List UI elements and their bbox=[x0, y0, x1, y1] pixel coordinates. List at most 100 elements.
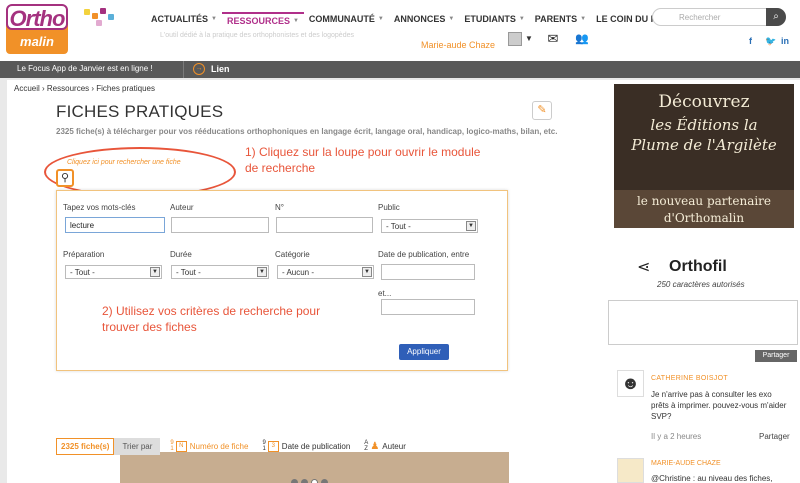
focus-link-label: Lien bbox=[211, 64, 230, 74]
person-icon: ♟ bbox=[370, 440, 380, 452]
chevron-down-icon[interactable]: ▼ bbox=[525, 34, 533, 43]
advert-banner[interactable]: Découvrez les Éditions la Plume de l'Arg… bbox=[614, 84, 794, 228]
search-toggle-icon[interactable]: ⚲ bbox=[56, 169, 74, 187]
date-to-input[interactable] bbox=[381, 299, 475, 315]
breadcrumb-item: Fiches pratiques bbox=[96, 84, 155, 93]
carousel-dot[interactable] bbox=[301, 479, 308, 483]
number-input[interactable] bbox=[276, 217, 373, 233]
breadcrumb-item[interactable]: Ressources bbox=[47, 84, 89, 93]
search-input[interactable]: Rechercher bbox=[679, 13, 720, 22]
keywords-input[interactable]: lecture bbox=[65, 217, 165, 233]
carousel-dots bbox=[291, 479, 331, 483]
ad-line: le nouveau partenaire bbox=[636, 194, 772, 208]
mail-icon[interactable]: ✉ bbox=[545, 32, 561, 46]
breadcrumb-item[interactable]: Accueil bbox=[14, 84, 40, 93]
chevron-down-icon: ▼ bbox=[292, 18, 299, 24]
sort-by-date[interactable]: 91 3 Date de publication bbox=[262, 440, 350, 452]
ad-line: Découvrez bbox=[658, 92, 750, 112]
annotation-step2: 2) Utilisez vos critères de recherche po… bbox=[102, 304, 321, 334]
chevron-down-icon: ▼ bbox=[377, 16, 384, 22]
chevron-down-icon: ▼ bbox=[448, 16, 455, 22]
site-logo[interactable]: Ortho malin bbox=[6, 4, 68, 54]
nav-item-actualites[interactable]: ACTUALITÉS ▼ bbox=[146, 12, 222, 26]
duration-label: Durée bbox=[170, 250, 192, 259]
chevron-down-icon: ▼ bbox=[211, 16, 217, 22]
users-icon[interactable]: 👥 bbox=[574, 32, 590, 46]
sort-option-label: Numéro de fiche bbox=[189, 441, 249, 451]
sidebar: Découvrez les Éditions la Plume de l'Arg… bbox=[607, 80, 800, 483]
linkedin-icon[interactable]: in bbox=[781, 36, 789, 46]
carousel-dot[interactable] bbox=[291, 479, 298, 483]
orthofil-title: Orthofil bbox=[669, 258, 727, 275]
number-icon: N bbox=[175, 440, 187, 452]
ad-line: Plume de l'Argilète bbox=[631, 136, 777, 154]
logo-top: Ortho bbox=[6, 4, 68, 31]
chevron-down-icon: ▼ bbox=[518, 16, 525, 22]
search-hint: Cliquez ici pour rechercher une fiche bbox=[67, 159, 181, 166]
chevron-down-icon: ▼ bbox=[257, 267, 267, 277]
nav-item-annonces[interactable]: ANNONCES ▼ bbox=[389, 12, 459, 26]
date-label: Date de publication, entre bbox=[378, 250, 470, 259]
comment-text: @Christine : au niveau des fiches, bbox=[651, 474, 773, 483]
number-label: N° bbox=[275, 203, 284, 212]
twitter-icon[interactable]: 🐦 bbox=[765, 36, 776, 47]
chevron-down-icon: ▼ bbox=[466, 221, 476, 231]
edit-icon[interactable]: ✎ bbox=[532, 101, 552, 120]
author-input[interactable] bbox=[171, 217, 269, 233]
carousel-dot[interactable] bbox=[311, 479, 318, 483]
category-select[interactable]: - Aucun - ▼ bbox=[277, 265, 374, 279]
sort-label: Trier par bbox=[114, 437, 161, 455]
facebook-icon[interactable]: f bbox=[749, 36, 752, 46]
sort-option-label: Date de publication bbox=[281, 441, 351, 451]
nav-item-parents[interactable]: PARENTS ▼ bbox=[530, 12, 591, 26]
preparation-label: Préparation bbox=[63, 250, 105, 259]
public-label: Public bbox=[378, 203, 400, 212]
carousel-dot[interactable] bbox=[321, 479, 328, 483]
sort-order-icon: 91 bbox=[262, 440, 266, 452]
comment-author[interactable]: MARIE-AUDE CHAZE bbox=[651, 460, 721, 467]
search-icon[interactable]: ⌕ bbox=[766, 8, 786, 26]
keywords-label: Tapez vos mots-clés bbox=[63, 203, 136, 212]
results-count: 2325 fiche(s) bbox=[56, 437, 115, 455]
comment-time: Il y a 2 heures bbox=[651, 432, 702, 441]
comment-author[interactable]: CATHERINE BOISJOT bbox=[651, 375, 728, 382]
sort-option-label: Auteur bbox=[382, 441, 406, 451]
ad-line: les Éditions la bbox=[650, 116, 758, 134]
ad-line: d'Orthomalin bbox=[663, 211, 745, 225]
focus-bar: Le Focus App de Janvier est en ligne ! →… bbox=[0, 61, 800, 78]
chevron-down-icon: ▼ bbox=[580, 16, 587, 22]
avatar[interactable]: ☻ bbox=[617, 370, 644, 397]
duration-select[interactable]: - Tout - ▼ bbox=[171, 265, 269, 279]
main-nav: ACTUALITÉS ▼ RESSOURCES ▼ COMMUNAUTÉ ▼ ANNO… bbox=[146, 12, 683, 26]
apply-button[interactable]: Appliquer bbox=[399, 344, 449, 360]
preparation-select[interactable]: - Tout - ▼ bbox=[65, 265, 162, 279]
site-search: Rechercher ⌕ bbox=[652, 8, 786, 26]
orthofil-textarea[interactable] bbox=[608, 300, 798, 345]
user-name[interactable]: Marie-aude Chaze bbox=[421, 40, 495, 50]
site-tagline: L'outil dédié à la pratique des orthopho… bbox=[160, 32, 354, 39]
logo-bottom: malin bbox=[20, 34, 54, 49]
nav-item-ressources[interactable]: RESSOURCES ▼ bbox=[221, 12, 304, 26]
nav-item-communaute[interactable]: COMMUNAUTÉ ▼ bbox=[304, 12, 389, 26]
sort-by-number[interactable]: 91 N Numéro de fiche bbox=[170, 440, 248, 452]
sort-by-author[interactable]: AZ ♟ Auteur bbox=[364, 440, 406, 452]
orthofil-share-button[interactable]: Partager bbox=[755, 350, 797, 362]
public-select[interactable]: - Tout - ▼ bbox=[381, 219, 478, 233]
divider bbox=[183, 61, 184, 78]
category-label: Catégorie bbox=[275, 250, 310, 259]
orthofil-chars: 250 caractères autorisés bbox=[657, 280, 745, 289]
focus-link[interactable]: → Lien bbox=[193, 63, 230, 75]
sort-bar: 2325 fiche(s) Trier par 91 N Numéro de f… bbox=[56, 435, 420, 457]
nav-item-etudiants[interactable]: ETUDIANTS ▼ bbox=[459, 12, 529, 26]
breadcrumb: Accueil › Ressources › Fiches pratiques bbox=[14, 84, 155, 93]
chevron-down-icon: ▼ bbox=[150, 267, 160, 277]
avatar[interactable] bbox=[617, 458, 644, 483]
author-label: Auteur bbox=[170, 203, 194, 212]
comment-share-link[interactable]: Partager bbox=[759, 432, 790, 441]
sort-order-icon: 91 bbox=[170, 440, 174, 452]
arrow-right-icon: → bbox=[193, 63, 205, 75]
user-avatar[interactable] bbox=[508, 32, 522, 46]
date-from-input[interactable] bbox=[381, 264, 475, 280]
page-title: FICHES PRATIQUES bbox=[56, 102, 224, 121]
site-header: Ortho malin ACTUALITÉS ▼ RESSOURCES ▼ COMM… bbox=[0, 0, 800, 61]
